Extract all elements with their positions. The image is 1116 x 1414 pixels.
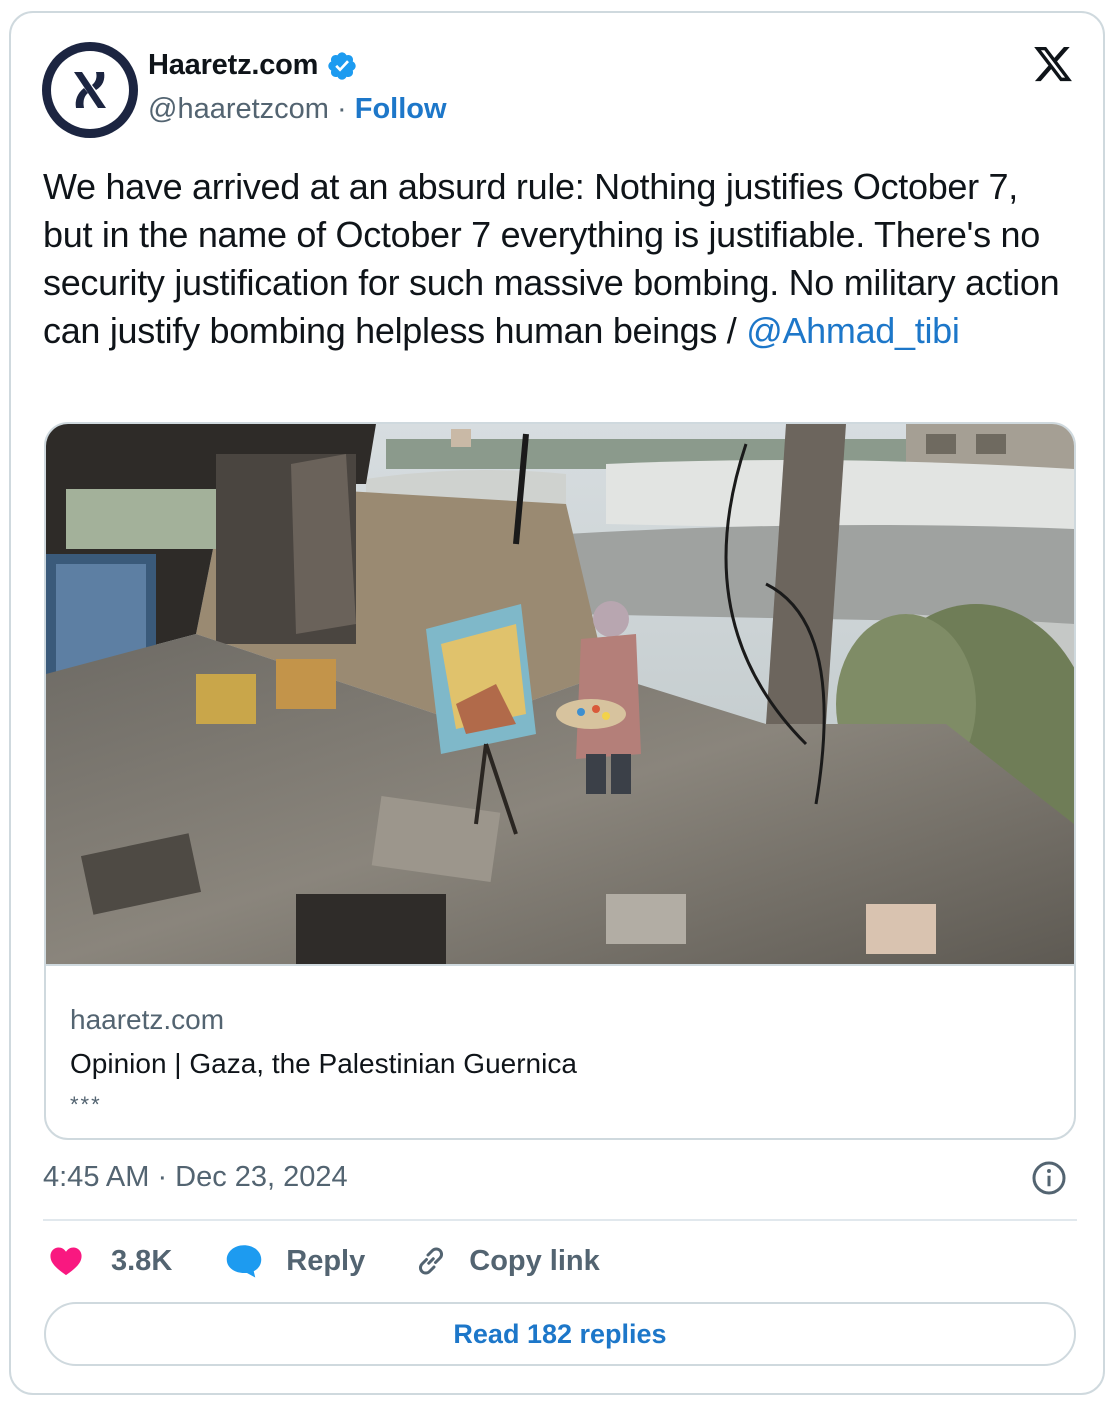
actions-divider	[43, 1219, 1077, 1221]
account-name[interactable]: Haaretz.com	[148, 49, 318, 82]
account-handle[interactable]: @haaretzcom	[148, 93, 329, 125]
handle-separator: ·	[337, 93, 347, 125]
link-icon	[419, 1247, 444, 1275]
photo-of-painter-in-bombed-building[interactable]	[46, 424, 1074, 964]
copy-link-label: Copy link	[469, 1244, 600, 1277]
x-logo-icon[interactable]	[1031, 43, 1075, 85]
link-description: ***	[70, 1092, 102, 1117]
like-count: 3.8K	[111, 1244, 173, 1277]
read-replies-button[interactable]: Read 182 replies	[44, 1302, 1076, 1366]
reply-label: Reply	[286, 1244, 366, 1277]
avatar[interactable]	[42, 42, 138, 138]
follow-button[interactable]: Follow	[355, 93, 447, 125]
mention-link[interactable]: @Ahmad_tibi	[746, 310, 960, 351]
reply-bubble-icon	[227, 1245, 262, 1278]
heart-icon	[50, 1247, 82, 1276]
link-preview-card[interactable]: haaretz.com Opinion | Gaza, the Palestin…	[44, 422, 1076, 1140]
copy-link-button[interactable]: Copy link	[413, 1243, 600, 1279]
link-domain: haaretz.com	[70, 1004, 225, 1035]
reply-button[interactable]: Reply	[224, 1243, 365, 1279]
image-divider	[46, 964, 1074, 966]
tweet-embed-card: Haaretz.com @haaretzcom · Follow We have…	[9, 11, 1105, 1395]
action-bar: 3.8K Reply Copy link	[49, 1241, 600, 1281]
verified-badge-icon	[328, 51, 356, 80]
link-title[interactable]: Opinion | Gaza, the Palestinian Guernica	[70, 1048, 577, 1080]
info-icon[interactable]	[1031, 1160, 1067, 1196]
haaretz-logo-icon	[51, 51, 129, 129]
tweet-timestamp[interactable]: 4:45 AM · Dec 23, 2024	[43, 1161, 348, 1194]
tweet-text: We have arrived at an absurd rule: Nothi…	[43, 163, 1073, 355]
like-button[interactable]: 3.8K	[49, 1245, 172, 1278]
